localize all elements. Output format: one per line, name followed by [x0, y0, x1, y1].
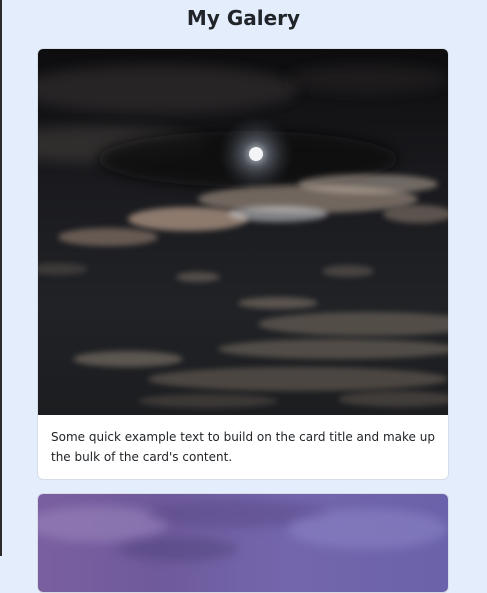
card-image-night-sky — [38, 49, 448, 415]
page-title: My Galery — [186, 6, 301, 30]
window-edge — [0, 0, 2, 556]
card-image-purple-sky — [38, 494, 448, 592]
card-body: Some quick example text to build on the … — [38, 415, 448, 467]
gallery-card — [37, 493, 449, 593]
gallery-card: Some quick example text to build on the … — [37, 48, 449, 480]
card-text: Some quick example text to build on the … — [51, 430, 435, 464]
